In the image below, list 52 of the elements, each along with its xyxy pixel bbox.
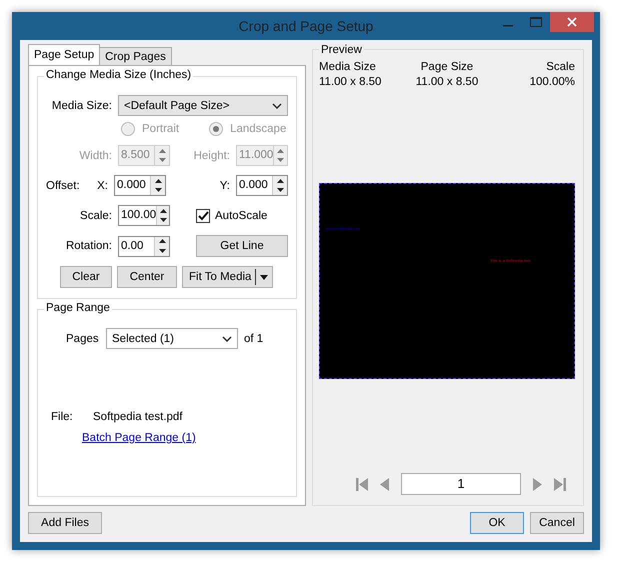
close-button[interactable] [550,12,594,32]
window-title: Crop and Page Setup [238,18,374,34]
page-count: of 1 [244,332,264,344]
field-label: Rotation: [64,240,113,252]
last-page-icon[interactable] [554,478,566,490]
first-page-icon[interactable] [356,478,368,490]
column-heading: Media Size [319,60,377,75]
field-label: Y: [218,180,231,192]
field-label: File: [50,411,74,423]
column-value: 100.00% [528,75,575,90]
checkmark-icon [198,210,208,220]
field-label: Offset: [46,180,81,192]
column-value: 11.00 x 8.50 [414,75,480,90]
spin-box[interactable]: 100.00 [118,205,170,226]
field-label: Height: [192,150,231,162]
cancel-button[interactable]: Cancel [530,512,584,534]
maximize-icon [530,17,542,27]
field-label: X: [96,180,109,192]
caret-icon [260,274,268,280]
ok-button[interactable]: OK [470,512,524,534]
group-title: Change Media Size (Inches) [44,69,194,81]
fit-to-media-button[interactable]: Fit To Media [182,266,274,288]
field-label: Media Size: [50,100,113,112]
tab[interactable]: Page Setup [28,44,100,65]
group-title: Page Range [44,302,112,314]
field-label: Scale: [79,210,113,222]
add-files-button[interactable]: Add Files [28,512,102,534]
previous-page-icon[interactable] [380,478,389,490]
close-icon [567,17,577,27]
field-label: Pages [65,332,100,344]
media-size-dropdown[interactable]: <Default Page Size> [118,95,288,116]
clear-button[interactable]: Clear [60,266,112,288]
minimize-icon [503,25,513,27]
spin-box[interactable]: 0.000 [236,175,288,196]
next-page-icon[interactable] [533,478,542,490]
column-heading: Scale [545,60,575,75]
spin-box[interactable]: 0.000 [114,175,166,196]
page-number-field[interactable]: 1 [401,473,521,495]
center-button[interactable]: Center [117,266,177,288]
chevron-down-icon [222,336,232,342]
autoscale-checkbox[interactable]: AutoScale [196,208,288,222]
get-line-button[interactable]: Get Line [196,235,288,257]
chevron-down-icon [272,102,282,108]
field-label: Width: [78,150,113,162]
group-title: Preview [319,44,364,56]
spin-box[interactable]: 0.00 [118,236,170,256]
batch-page-range-link[interactable]: Batch Page Range (1) [82,432,196,444]
column-heading: Page Size [420,60,474,75]
column-value: 11.00 x 8.50 [319,75,382,90]
file-name: Softpedia test.pdf [93,411,183,423]
pages-dropdown[interactable]: Selected (1) [106,328,238,349]
tab[interactable]: Crop Pages [99,47,172,65]
